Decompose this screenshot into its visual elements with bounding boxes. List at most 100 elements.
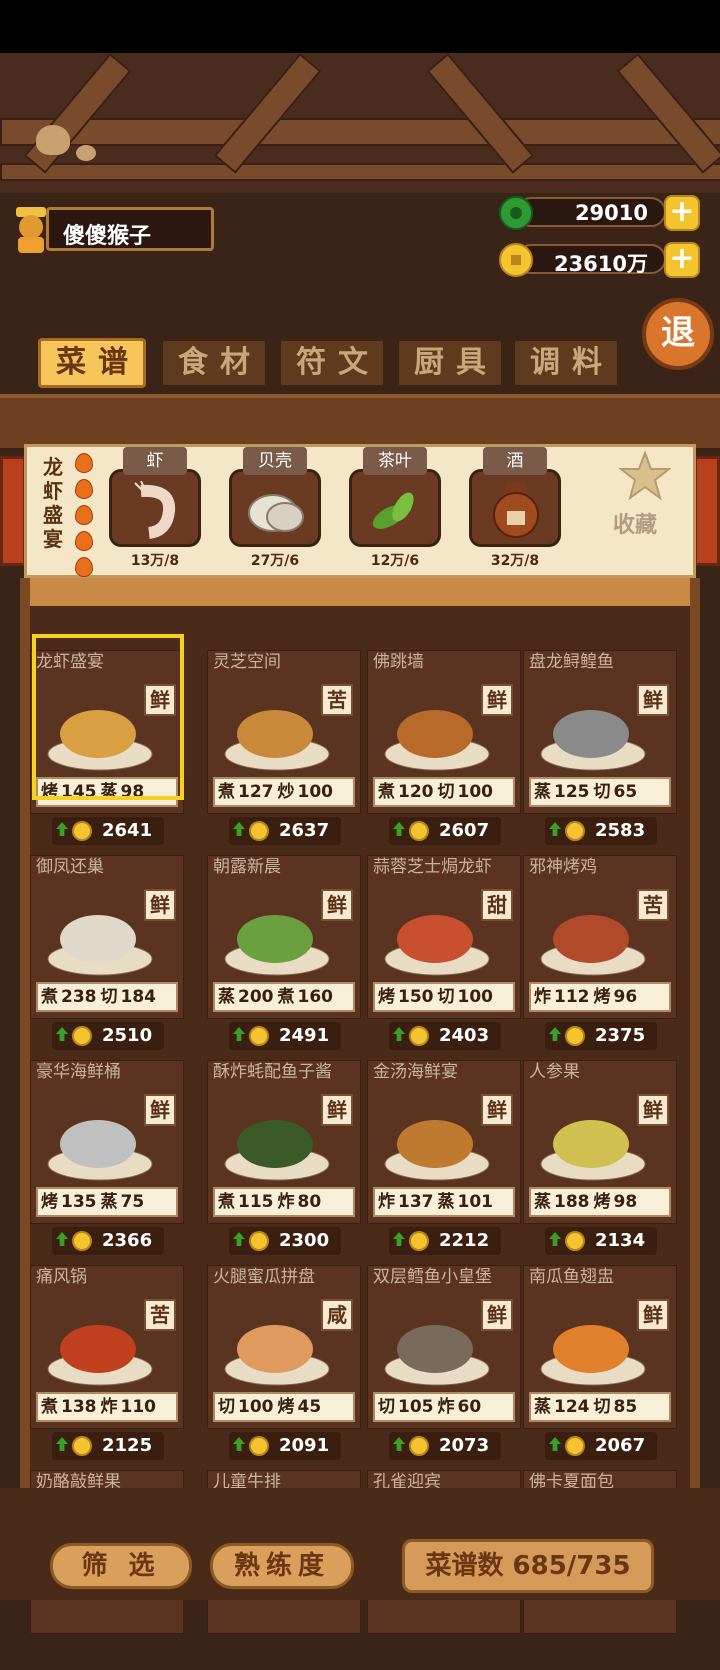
arrow-up-icon: [233, 1232, 245, 1246]
skill-value: 75: [120, 1192, 145, 1212]
recipe-card[interactable]: 盘龙鲟鳇鱼鲜蒸 125 切 65 2583: [523, 650, 677, 850]
coin-icon: [409, 1436, 429, 1456]
skill-type: 切: [100, 987, 118, 1007]
price-value: 2366: [102, 1230, 153, 1251]
price-value: 2607: [439, 820, 490, 841]
skill-value: 96: [613, 987, 638, 1007]
recipe-name: 豪华海鲜桶: [36, 1062, 121, 1082]
skill-type: 切: [218, 1397, 235, 1417]
arrow-up-icon: [233, 1027, 245, 1041]
skill-requirements: 蒸 188 烤 98: [529, 1187, 671, 1217]
add-coins-button[interactable]: +: [664, 242, 700, 278]
jade-amount: 29010: [574, 201, 648, 225]
recipe-name: 佛跳墙: [373, 652, 424, 672]
recipe-price: 2091: [229, 1432, 341, 1460]
skill-type: 切: [593, 782, 611, 802]
recipe-card[interactable]: 金汤海鲜宴鲜炸 137 蒸 101 2212: [367, 1060, 521, 1260]
status-bar: [0, 0, 720, 53]
player-profile[interactable]: 傻傻猴子: [10, 207, 214, 255]
taste-badge: 苦: [637, 889, 669, 921]
ingredient-slot[interactable]: 贝壳 27万/6: [229, 447, 321, 577]
ingredient-name: 贝壳: [243, 447, 307, 475]
arrow-up-icon: [393, 1437, 405, 1451]
skill-value: 125: [554, 782, 590, 802]
arrow-up-icon: [549, 1437, 561, 1451]
favorite-button[interactable]: 收藏: [613, 447, 677, 547]
tab-seasoning[interactable]: 调料: [512, 338, 620, 388]
flame-icon: [75, 453, 93, 473]
taste-badge: 咸: [321, 1299, 353, 1331]
skill-requirements: 切 105 炸 60: [373, 1392, 515, 1422]
coin-icon: [72, 821, 92, 841]
skill-requirements: 炸 112 烤 96: [529, 982, 671, 1012]
skill-value: 100: [297, 782, 334, 802]
tab-recipes[interactable]: 菜谱: [38, 338, 146, 388]
skill-value: 65: [613, 782, 638, 802]
tab-runes[interactable]: 符文: [278, 338, 386, 388]
recipe-card[interactable]: 痛风锅苦煮 138 炸 110 2125: [30, 1265, 184, 1465]
price-value: 2073: [439, 1435, 490, 1456]
recipe-card[interactable]: 南瓜鱼翅盅鲜蒸 124 切 85 2067: [523, 1265, 677, 1465]
price-value: 2637: [279, 820, 330, 841]
tea-leaf-icon: [372, 492, 414, 529]
proficiency-button[interactable]: 熟练度: [210, 1543, 354, 1589]
dish-icon: [224, 710, 330, 771]
dish-icon: [47, 1325, 153, 1386]
recipe-card[interactable]: 御凤还巢鲜煮 238 切 184 2510: [30, 855, 184, 1055]
recipe-card[interactable]: 酥炸蚝配鱼子酱鲜煮 115 炸 80 2300: [207, 1060, 361, 1260]
recipe-card[interactable]: 邪神烤鸡苦炸 112 烤 96 2375: [523, 855, 677, 1055]
recipe-price: 2491: [229, 1022, 341, 1050]
ingredient-slot[interactable]: 虾 13万/8: [109, 447, 201, 577]
recipe-price: 2510: [52, 1022, 164, 1050]
recipe-card[interactable]: 朝露新晨鲜蒸 200 煮 160 2491: [207, 855, 361, 1055]
skill-requirements: 蒸 125 切 65: [529, 777, 671, 807]
recipe-card[interactable]: 灵芝空间苦煮 127 炒 100 2637: [207, 650, 361, 850]
tab-cookware[interactable]: 厨具: [396, 338, 504, 388]
wooden-roof-decoration: [0, 53, 720, 193]
dish-icon: [224, 1120, 330, 1181]
arrow-up-icon: [393, 1027, 405, 1041]
recipe-card[interactable]: 人参果鲜蒸 188 烤 98 2134: [523, 1060, 677, 1260]
ingredient-count: 27万/6: [250, 553, 300, 569]
recipe-card[interactable]: 佛跳墙鲜煮 120 切 100 2607: [367, 650, 521, 850]
filter-button[interactable]: 筛 选: [50, 1543, 192, 1589]
coin-icon: [72, 1026, 92, 1046]
ingredient-slot[interactable]: 茶叶 12万/6: [349, 447, 441, 577]
coin-icon: [565, 1231, 585, 1251]
recipe-name: 人参果: [529, 1062, 580, 1082]
ingredient-count: 12万/6: [370, 553, 420, 569]
coin-icon: [249, 1436, 269, 1456]
skill-type: 蒸: [534, 1397, 551, 1417]
skill-type: 炸: [534, 987, 551, 1007]
tab-ingredients[interactable]: 食材: [160, 338, 268, 388]
recipe-card[interactable]: 龙虾盛宴鲜烤 145 蒸 98 2641: [30, 634, 184, 850]
taste-badge: 鲜: [637, 1299, 669, 1331]
flame-icon: [75, 531, 93, 551]
recipe-card[interactable]: 火腿蜜瓜拼盘咸切 100 烤 45 2091: [207, 1265, 361, 1465]
flame-icon: [75, 505, 93, 525]
recipe-name: 邪神烤鸡: [529, 857, 597, 877]
skill-type: 蒸: [100, 1192, 118, 1212]
skill-type: 炸: [437, 1397, 455, 1417]
jade-icon: [499, 196, 533, 230]
price-value: 2134: [595, 1230, 646, 1251]
ingredient-name: 酒: [483, 447, 547, 475]
skill-value: 110: [120, 1397, 157, 1417]
recipe-card[interactable]: 豪华海鲜桶鲜烤 135 蒸 75 2366: [30, 1060, 184, 1260]
recipe-name: 蒜蓉芝士焗龙虾: [373, 857, 492, 877]
ingredient-slot[interactable]: 酒 32万/8: [469, 447, 561, 577]
recipe-count-label: 菜谱数: [425, 1551, 504, 1581]
taste-badge: 鲜: [481, 1299, 513, 1331]
add-jade-button[interactable]: +: [664, 195, 700, 231]
skill-type: 烤: [378, 987, 395, 1007]
arrow-up-icon: [56, 1437, 68, 1451]
recipe-card[interactable]: 双层鳕鱼小皇堡鲜切 105 炸 60 2073: [367, 1265, 521, 1465]
skill-value: 200: [238, 987, 274, 1007]
coin-icon: [409, 1026, 429, 1046]
chick-icon: [36, 125, 70, 155]
selection-frame: [32, 634, 184, 800]
flame-icon: [75, 557, 93, 577]
skill-value: 100: [238, 1397, 274, 1417]
exit-button[interactable]: 退: [642, 298, 714, 370]
recipe-card[interactable]: 蒜蓉芝士焗龙虾甜烤 150 切 100 2403: [367, 855, 521, 1055]
